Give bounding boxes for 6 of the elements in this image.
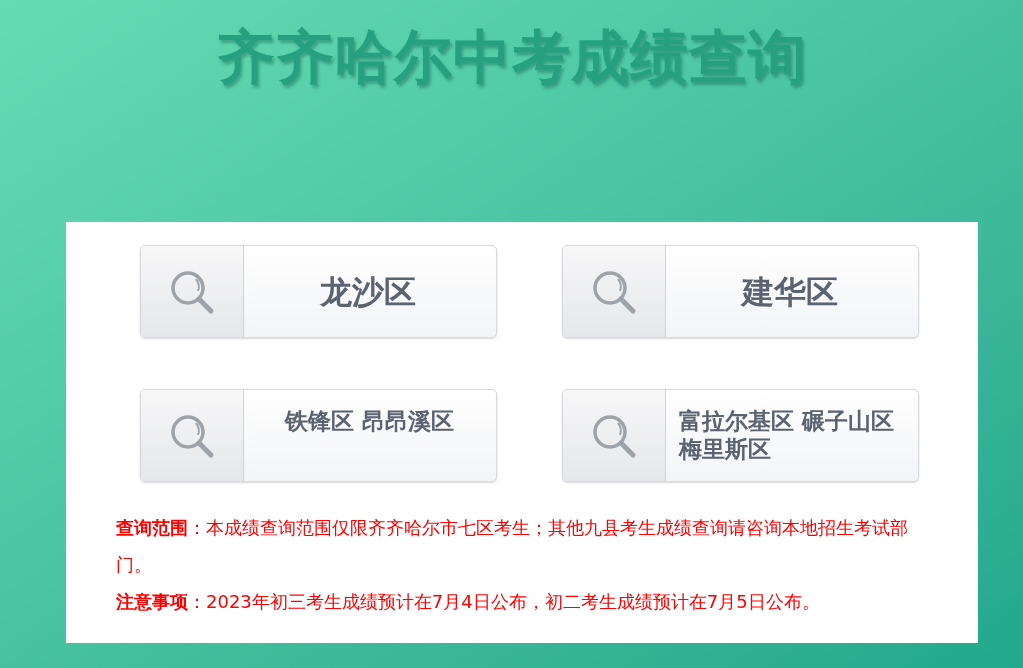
notice-text: 查询范围：本成绩查询范围仅限齐齐哈尔市七区考生；其他九县考生成绩查询请咨询本地招生考试部门。 — [116, 516, 909, 577]
district-button[interactable]: 建华区 — [562, 245, 919, 338]
notice-text: 注意事项：2023年初三考生成绩预计在7月4日公布，初二考生成绩预计在7月5日公布。 — [116, 590, 821, 614]
district-button[interactable]: 铁锋区 昂昂溪区 — [140, 389, 497, 482]
district-button[interactable]: 富拉尔基区 碾子山区梅里斯区 — [562, 389, 919, 482]
district-button[interactable]: 龙沙区 — [140, 245, 497, 338]
